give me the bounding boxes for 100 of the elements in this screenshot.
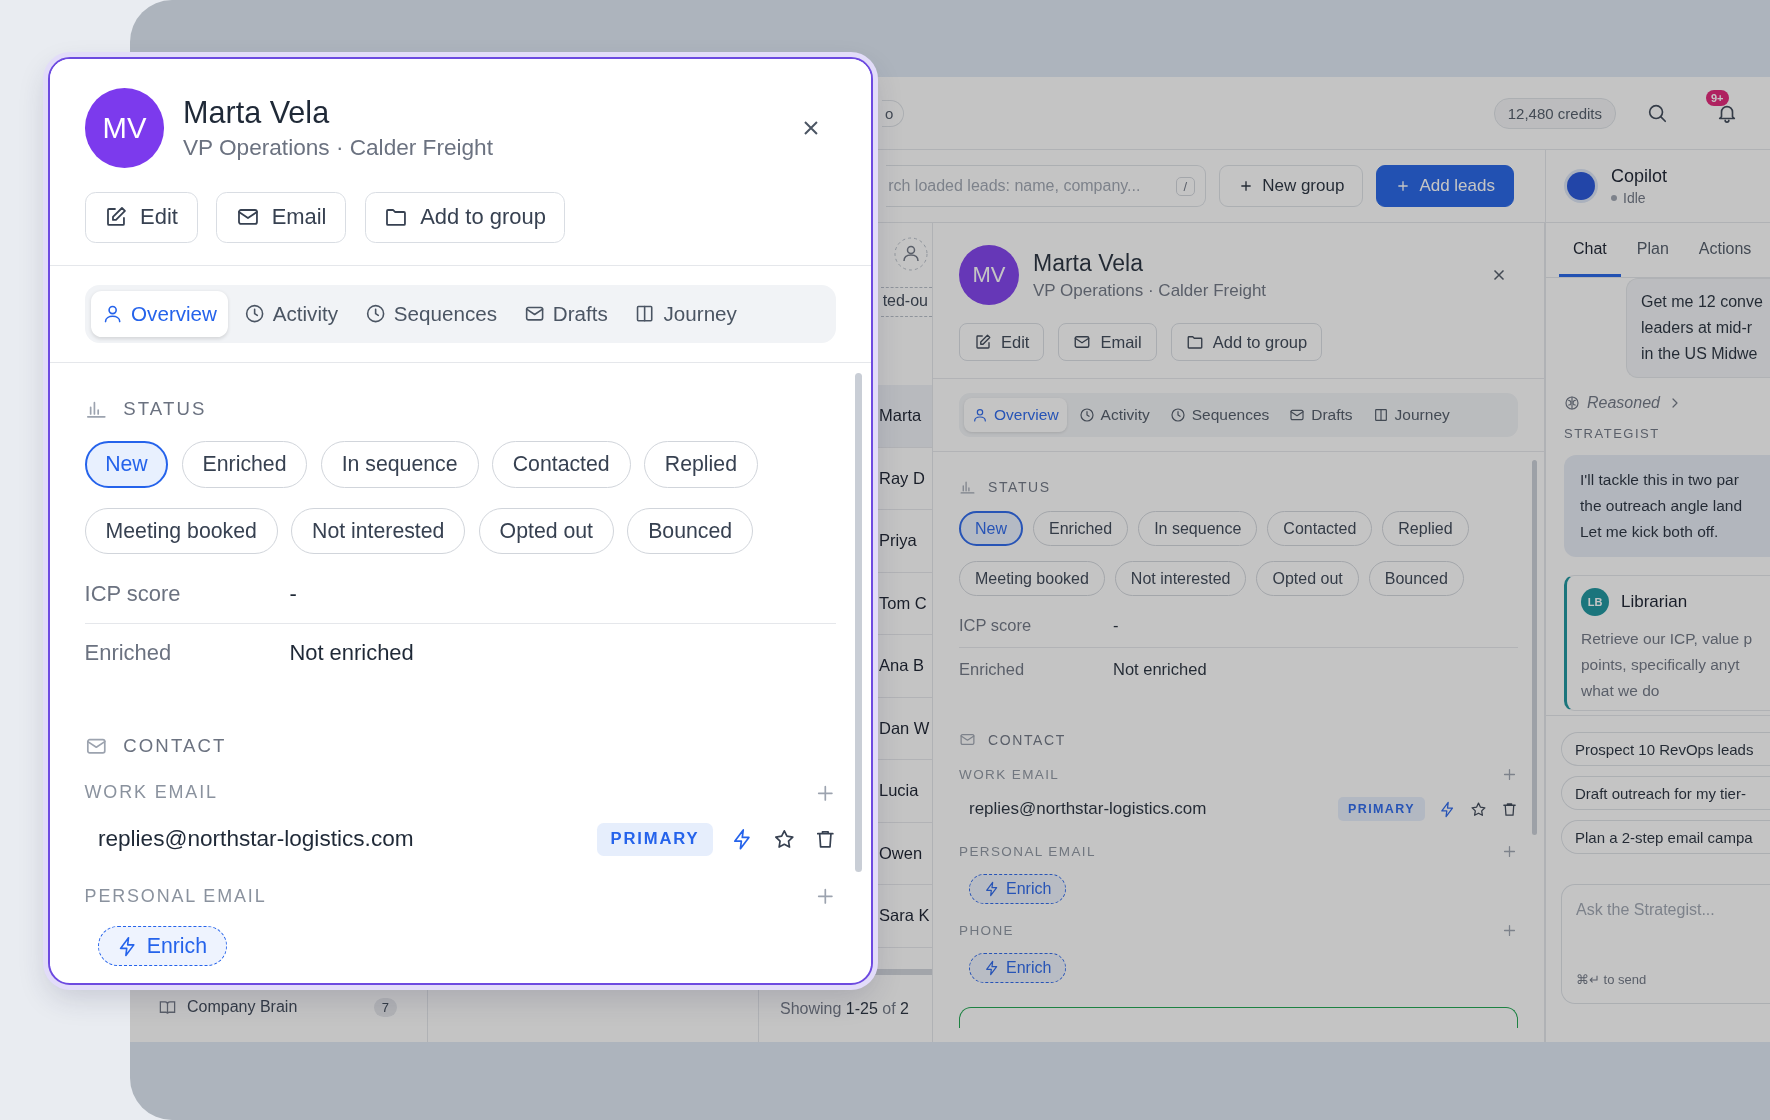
scrollbar[interactable] xyxy=(1532,460,1537,835)
tab[interactable]: Overview xyxy=(964,398,1067,432)
suggestion-chip[interactable]: Draft outreach for my tier- xyxy=(1561,776,1770,810)
field-label: Enriched xyxy=(84,639,173,666)
mail-icon xyxy=(1289,407,1306,423)
field-label: ICP score xyxy=(959,616,1033,635)
avatar: MV xyxy=(959,245,1019,305)
status-chip[interactable]: In sequence xyxy=(1138,511,1258,546)
person-icon xyxy=(972,407,988,423)
status-chip[interactable]: Meeting booked xyxy=(959,561,1105,596)
search-icon[interactable] xyxy=(1646,102,1668,124)
scrollbar[interactable] xyxy=(855,373,862,873)
new-group-button[interactable]: New group xyxy=(1219,165,1364,207)
tab[interactable]: Activity xyxy=(232,291,349,337)
search-field[interactable]: rch loaded leads: name, company... / xyxy=(886,165,1207,207)
message-input[interactable]: Ask the Strategist... ⌘↵ to send xyxy=(1561,884,1770,1004)
mail-icon xyxy=(959,731,976,748)
tab[interactable]: Drafts xyxy=(1281,398,1361,432)
assistant-message: I'll tackle this in two par the outreach angle land Let me kick both off. xyxy=(1564,455,1770,557)
section-heading: STATUS xyxy=(123,397,207,420)
contact-title: VP Operations · Calder Freight xyxy=(1033,280,1267,301)
field-value: Not enriched xyxy=(289,639,414,666)
status-chip[interactable]: Replied xyxy=(643,441,758,488)
add-to-group-button[interactable]: Add to group xyxy=(1170,323,1323,361)
primary-badge: PRIMARY xyxy=(1338,797,1425,821)
add-icon[interactable] xyxy=(1501,766,1518,783)
section-heading: CONTACT xyxy=(988,731,1066,748)
field-label: WORK EMAIL xyxy=(959,767,1060,782)
folder-icon xyxy=(1185,333,1204,351)
edit-button[interactable]: Edit xyxy=(84,192,198,243)
tab[interactable]: Activity xyxy=(1070,398,1158,432)
tab[interactable]: Sequences xyxy=(354,291,508,337)
email-button[interactable]: Email xyxy=(216,192,347,243)
tab[interactable]: Drafts xyxy=(512,291,619,337)
edit-button[interactable]: Edit xyxy=(959,323,1045,361)
tab[interactable]: Overview xyxy=(91,291,228,337)
section-heading: STATUS xyxy=(988,478,1051,495)
tab[interactable]: Sequences xyxy=(1161,398,1278,432)
brain-icon xyxy=(1564,395,1580,411)
clock-icon xyxy=(243,303,265,325)
star-icon[interactable] xyxy=(1470,800,1487,818)
trash-icon[interactable] xyxy=(1501,800,1518,818)
user-message: Get me 12 conve leaders at mid-r in the US Midwe xyxy=(1626,278,1770,378)
sidebar-item[interactable]: Company Brain xyxy=(187,998,298,1016)
add-leads-button[interactable]: Add leads xyxy=(1376,165,1514,207)
tab[interactable]: Plan xyxy=(1622,223,1683,277)
status-chip[interactable]: Opted out xyxy=(1256,561,1359,596)
person-icon[interactable] xyxy=(894,237,928,271)
field-label: PERSONAL EMAIL xyxy=(959,844,1096,859)
suggestion-chip[interactable]: Plan a 2-step email campa xyxy=(1561,820,1770,854)
status-chip[interactable]: Not interested xyxy=(291,507,466,555)
pencil-icon xyxy=(974,333,992,351)
status-chip[interactable]: In sequence xyxy=(320,441,479,488)
status-chip[interactable]: Meeting booked xyxy=(84,507,278,555)
lead-row[interactable]: Marta xyxy=(878,385,932,448)
reasoning-toggle[interactable]: Reasoned xyxy=(1587,394,1660,412)
lightning-icon[interactable] xyxy=(1439,800,1456,818)
shortcut-key: / xyxy=(1175,176,1196,196)
status-chip[interactable]: Bounced xyxy=(627,507,754,555)
email-button[interactable]: Email xyxy=(1058,323,1157,361)
status-chip[interactable]: Bounced xyxy=(1368,561,1464,596)
status-chip[interactable]: Replied xyxy=(1382,511,1469,546)
agent-avatar: LB xyxy=(1581,588,1609,616)
status-chip[interactable]: Enriched xyxy=(1033,511,1129,546)
speaker-label: STRATEGIST xyxy=(1564,426,1661,441)
status-dot xyxy=(1611,195,1617,201)
status-chip[interactable]: New xyxy=(84,441,169,488)
tab[interactable]: Chat xyxy=(1559,223,1621,277)
add-to-group-button[interactable]: Add to group xyxy=(364,192,566,243)
tab[interactable]: Actions xyxy=(1684,223,1766,277)
enrich-button[interactable]: Enrich xyxy=(969,874,1067,904)
status-chip[interactable]: Enriched xyxy=(181,441,308,488)
enrich-button[interactable]: Enrich xyxy=(97,926,227,967)
avatar: MV xyxy=(84,88,165,169)
lightning-icon xyxy=(984,960,1000,976)
status-text: Idle xyxy=(1623,190,1646,206)
status-chip[interactable]: Opted out xyxy=(478,507,614,555)
add-icon[interactable] xyxy=(1501,843,1518,860)
status-chip[interactable]: Not interested xyxy=(1114,561,1247,596)
field-label: Enriched xyxy=(959,660,1026,679)
task-description: Retrieve our ICP, value p points, specifically anyt what we do xyxy=(1581,629,1754,701)
tab[interactable]: Journey xyxy=(1364,398,1458,432)
clock-icon xyxy=(1169,407,1186,423)
enrich-button[interactable]: Enrich xyxy=(969,953,1067,983)
status-chip[interactable]: New xyxy=(959,511,1023,546)
add-icon[interactable] xyxy=(1501,922,1518,939)
field-label: ICP score xyxy=(84,580,182,607)
status-chip[interactable]: Contacted xyxy=(491,441,631,488)
suggestion-chip[interactable]: Prospect 10 RevOps leads xyxy=(1561,732,1770,766)
notification-badge: 9+ xyxy=(1706,90,1729,106)
lightning-icon xyxy=(984,881,1000,897)
field-label: PHONE xyxy=(959,923,1014,938)
tab[interactable]: Journey xyxy=(623,291,748,337)
field-label: PERSONAL EMAIL xyxy=(84,886,267,908)
status-chip[interactable]: Contacted xyxy=(1267,511,1373,546)
contact-title: VP Operations · Calder Freight xyxy=(183,135,493,162)
avatar xyxy=(1567,172,1595,200)
star-icon[interactable] xyxy=(772,828,796,851)
primary-badge: PRIMARY xyxy=(597,822,713,856)
contact-name: Marta Vela xyxy=(183,95,331,130)
